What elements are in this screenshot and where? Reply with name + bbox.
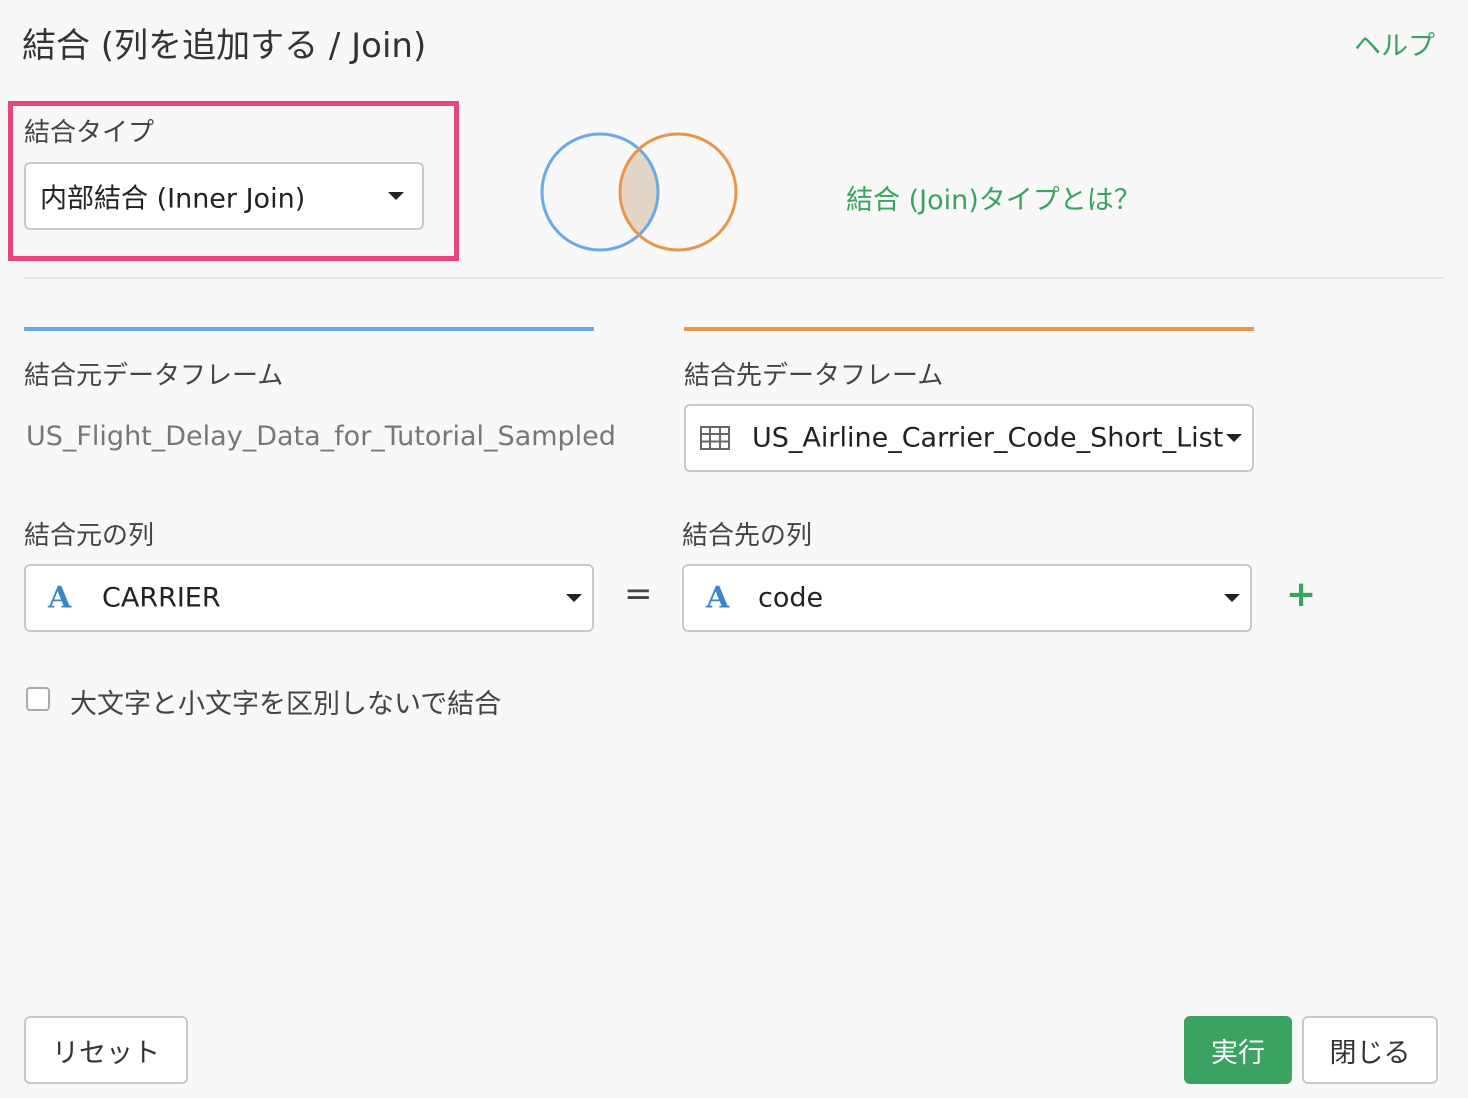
case-insensitive-checkbox[interactable] <box>26 687 50 711</box>
source-column-value: CARRIER <box>102 582 221 614</box>
target-accent-bar <box>684 327 1254 331</box>
section-divider <box>24 277 1444 279</box>
dialog-title: 結合 (列を追加する / Join) <box>22 26 427 66</box>
target-dataframe-label: 結合先データフレーム <box>684 361 944 391</box>
join-type-label: 結合タイプ <box>24 118 155 148</box>
target-column-value: code <box>758 582 824 614</box>
chevron-down-icon <box>1224 594 1240 602</box>
run-button[interactable]: 実行 <box>1184 1016 1292 1084</box>
chevron-down-icon <box>566 594 582 602</box>
target-column-select[interactable]: A code <box>682 564 1252 632</box>
source-column-select[interactable]: A CARRIER <box>24 564 594 632</box>
chevron-down-icon <box>1226 434 1242 442</box>
join-type-select[interactable]: 内部結合 (Inner Join) <box>24 162 424 230</box>
equals-sign: = <box>624 574 653 614</box>
source-dataframe-name: US_Flight_Delay_Data_for_Tutorial_Sample… <box>26 421 616 452</box>
target-dataframe-select[interactable]: US_Airline_Carrier_Code_Short_List <box>684 404 1254 472</box>
case-insensitive-label: 大文字と小文字を区別しないで結合 <box>70 689 502 720</box>
join-type-value: 内部結合 (Inner Join) <box>40 183 306 215</box>
table-icon <box>700 426 730 450</box>
string-type-icon: A <box>706 580 730 616</box>
target-column-label: 結合先の列 <box>682 521 813 551</box>
chevron-down-icon <box>388 192 404 200</box>
add-condition-icon[interactable]: + <box>1286 574 1316 615</box>
source-accent-bar <box>24 327 594 331</box>
source-dataframe-label: 結合元データフレーム <box>24 361 284 391</box>
source-column-label: 結合元の列 <box>24 521 155 551</box>
reset-button[interactable]: リセット <box>24 1016 188 1084</box>
help-link[interactable]: ヘルプ <box>1354 24 1435 63</box>
venn-diagram-icon <box>540 132 738 252</box>
join-type-info-link[interactable]: 結合 (Join)タイプとは？ <box>846 178 1141 217</box>
target-dataframe-value: US_Airline_Carrier_Code_Short_List <box>752 422 1224 454</box>
close-button[interactable]: 閉じる <box>1302 1016 1438 1084</box>
string-type-icon: A <box>48 580 72 616</box>
